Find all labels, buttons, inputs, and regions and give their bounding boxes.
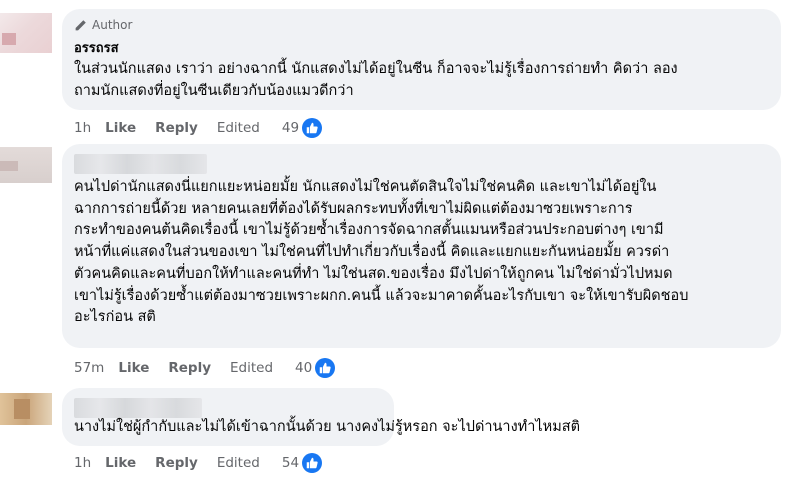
comment-bubble: Author อรรถรส ในส่วนนักแสดง เราว่า อย่าง… (62, 9, 781, 110)
comment-text: ในส่วนนักแสดง เราว่า อย่างฉากนี้ นักแสดง… (74, 59, 678, 102)
comment-text-line: ฉากการถ่ายนี้ด้วย หลายคนเลยที่ต้องได้รับ… (74, 200, 633, 217)
comment-text-line: ถามนักแสดงที่อยู่ในซีนเดียวกับน้องแมวดีก… (74, 82, 354, 99)
edited-label[interactable]: Edited (230, 360, 273, 376)
reply-button[interactable]: Reply (155, 120, 198, 136)
reaction-count[interactable]: 40 (295, 360, 312, 376)
like-button[interactable]: Like (118, 360, 149, 376)
avatar[interactable] (0, 393, 52, 425)
timestamp[interactable]: 57m (74, 360, 104, 376)
comment-text-line: เขาไม่รู้เรื่องด้วยซ้ำแต่ต้องมาซวยเพราะผ… (74, 287, 689, 304)
reaction-badge[interactable] (302, 118, 323, 138)
comment-bubble: คนไปด่านักแสดงนี่แยกแยะหน่อยมั้ย นักแสดง… (62, 144, 781, 348)
reply-button[interactable]: Reply (168, 360, 211, 376)
reaction-badge[interactable] (315, 358, 336, 378)
reaction-count[interactable]: 54 (282, 455, 299, 471)
reply-button[interactable]: Reply (155, 455, 198, 471)
edited-label[interactable]: Edited (217, 455, 260, 471)
avatar[interactable] (0, 13, 52, 53)
thumbs-up-icon (306, 457, 318, 469)
comment-actions: 1h Like Reply Edited 49 (74, 118, 323, 138)
comment-text-line: ในส่วนนักแสดง เราว่า อย่างฉากนี้ นักแสดง… (74, 61, 678, 77)
pencil-icon (75, 19, 86, 30)
comment-text-line: หน้าที่แค่แสดงในส่วนของเขา ไม่ใช่คนที่ไป… (74, 244, 670, 261)
comment-text-line: อะไรก่อน สติ (74, 309, 156, 326)
reaction-badge[interactable] (302, 453, 323, 473)
timestamp[interactable]: 1h (74, 455, 91, 471)
timestamp[interactable]: 1h (74, 120, 91, 136)
comment-actions: 57m Like Reply Edited 40 (74, 358, 336, 378)
comment-text: นางไม่ใช่ผู้กำกับและไม่ได้เข้าฉากนั้นด้ว… (74, 417, 580, 439)
thumbs-up-icon (319, 362, 331, 374)
comment-author-name-blurred[interactable] (74, 398, 202, 418)
avatar[interactable] (0, 147, 52, 183)
comment-text-line: นางไม่ใช่ผู้กำกับและไม่ได้เข้าฉากนั้นด้ว… (74, 419, 581, 435)
comment-text-line: ตัวคนคิดและคนที่บอกให้ทำและคนที่ทำ ไม่ใช… (74, 265, 673, 282)
like-button[interactable]: Like (105, 120, 136, 136)
edited-label[interactable]: Edited (217, 120, 260, 136)
thumbs-up-icon (306, 122, 318, 134)
author-badge: Author (74, 18, 132, 32)
comment-text-line: กระทำของคนต้นคิดเรื่องนี้ เขาไม่รู้ด้วยซ… (74, 222, 664, 239)
comment-text-line: คนไปด่านักแสดงนี่แยกแยะหน่อยมั้ย นักแสดง… (74, 179, 657, 195)
reaction-count[interactable]: 49 (282, 120, 299, 136)
author-badge-label: Author (92, 18, 133, 32)
like-button[interactable]: Like (105, 455, 136, 471)
comment-author-name[interactable]: อรรถรส (74, 37, 119, 58)
comment-bubble: นางไม่ใช่ผู้กำกับและไม่ได้เข้าฉากนั้นด้ว… (62, 388, 580, 446)
comment-text: คนไปด่านักแสดงนี่แยกแยะหน่อยมั้ย นักแสดง… (74, 177, 688, 329)
comment-actions: 1h Like Reply Edited 54 (74, 453, 323, 473)
comment-author-name-blurred[interactable] (74, 154, 207, 174)
